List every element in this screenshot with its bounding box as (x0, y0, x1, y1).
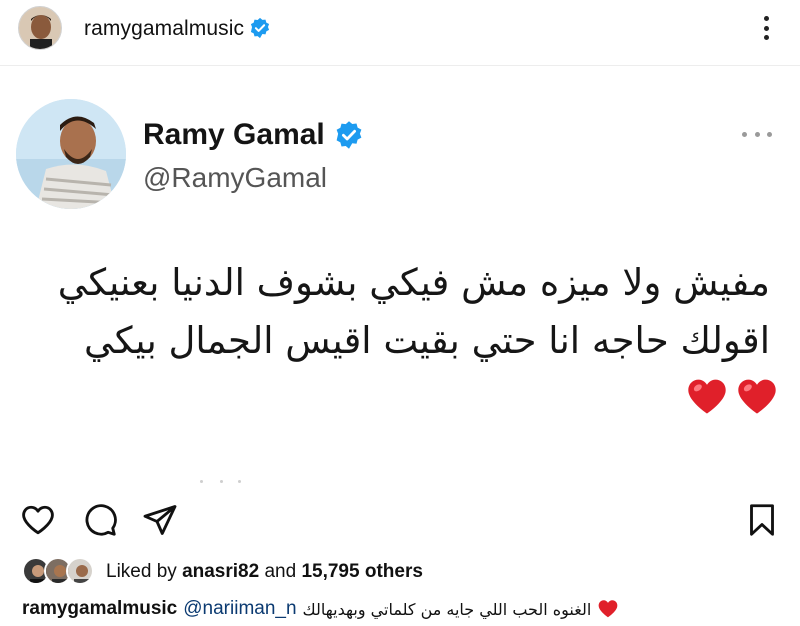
post-header: ramygamalmusic (0, 0, 800, 58)
send-icon[interactable] (142, 502, 178, 538)
header-username[interactable]: ramygamalmusic (84, 17, 244, 41)
bookmark-icon[interactable] (744, 502, 780, 538)
likes-summary[interactable]: Liked by anasri82 and 15,795 others (106, 561, 423, 583)
likes-middle: and (264, 561, 297, 582)
avatar (66, 557, 94, 585)
tweet-avatar (16, 99, 126, 209)
more-options-icon[interactable] (758, 12, 774, 44)
verified-badge-icon (336, 121, 362, 149)
caption-text: الغنوه الحب اللي جايه من كلماتي وبهديهال… (302, 599, 592, 619)
liker-username[interactable]: anasri82 (182, 561, 259, 582)
red-heart-icon (738, 379, 776, 414)
avatar[interactable] (18, 6, 62, 50)
tweet-text: مفيش ولا ميزه مش فيكي بشوف الدنيا بعنيكي… (10, 254, 770, 370)
caption: ramygamalmusic @nariiman_n الغنوه الحب ا… (22, 596, 619, 622)
likes-prefix: Liked by (106, 561, 177, 582)
likes-row[interactable]: Liked by anasri82 and 15,795 others (22, 557, 423, 587)
tweet-footer-dots (200, 480, 260, 484)
tweet-hearts (685, 375, 785, 425)
caption-username[interactable]: ramygamalmusic (22, 598, 177, 620)
caption-mention[interactable]: @nariiman_n (183, 598, 296, 620)
post-actions (0, 498, 800, 542)
tweet-author-name: Ramy Gamal (143, 118, 325, 151)
tweet-card[interactable]: Ramy Gamal @RamyGamal مفيش ولا ميزه مش ف… (0, 65, 800, 495)
likes-count[interactable]: 15,795 others (301, 561, 422, 582)
tweet-line: مفيش ولا ميزه مش فيكي بشوف الدنيا بعنيكي (57, 261, 770, 304)
tweet-author-handle: @RamyGamal (143, 162, 328, 193)
heart-outline-icon[interactable] (20, 502, 56, 538)
more-horizontal-icon (742, 130, 772, 138)
verified-badge-icon (250, 17, 270, 39)
red-heart-icon (598, 600, 618, 618)
tweet-line: اقولك حاجه انا حتي بقيت اقيس الجمال بيكي (84, 319, 770, 362)
red-heart-icon (688, 379, 726, 414)
comment-icon[interactable] (82, 502, 118, 538)
liker-avatars (22, 557, 100, 587)
